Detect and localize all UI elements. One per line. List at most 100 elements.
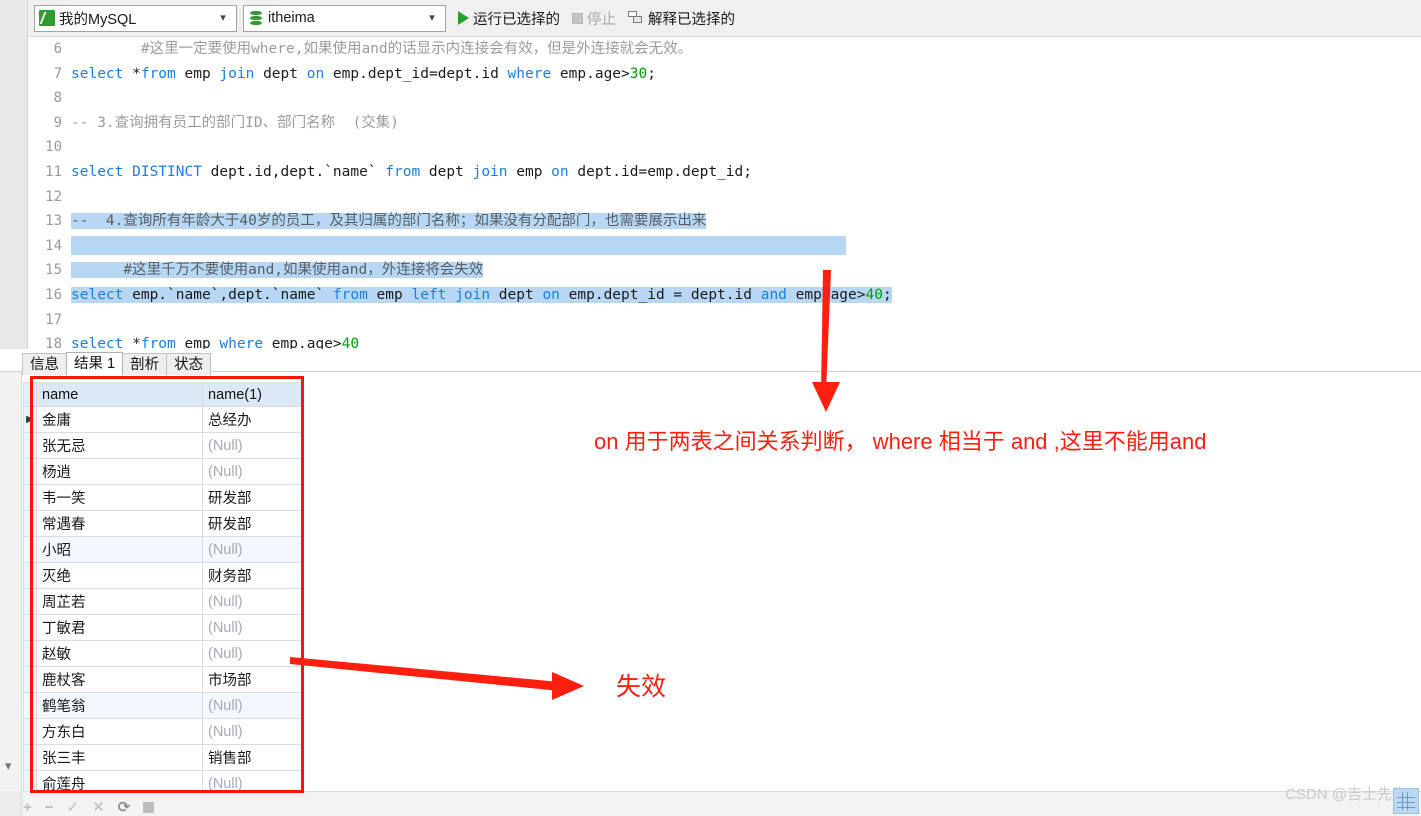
cell-name[interactable]: 常遇春 bbox=[37, 511, 203, 537]
line-content[interactable]: -- 3.查询拥有员工的部门ID、部门名称 (交集) bbox=[71, 111, 1421, 136]
grid-edit-toolbar[interactable]: +−✓ ✕ ⟳ bbox=[23, 798, 223, 816]
cell-name[interactable]: 丁敏君 bbox=[37, 615, 203, 641]
line-content[interactable]: select *from emp join dept on emp.dept_i… bbox=[71, 62, 1421, 87]
table-row[interactable]: 杨逍(Null) bbox=[24, 459, 303, 485]
line-content[interactable]: #这里一定要使用where,如果使用and的话显示内连接会有效，但是外连接就会无… bbox=[71, 37, 1421, 62]
remove-row-icon[interactable]: − bbox=[45, 800, 54, 815]
cell-name[interactable]: 张无忌 bbox=[37, 433, 203, 459]
line-content[interactable]: #这里千万不要使用and,如果使用and，外连接将会失效 bbox=[71, 258, 1421, 283]
code-line[interactable]: 16select emp.`name`,dept.`name` from emp… bbox=[29, 283, 1421, 308]
cell-dept-name[interactable]: (Null) bbox=[203, 589, 303, 615]
cell-name[interactable]: 灭绝 bbox=[37, 563, 203, 589]
code-line[interactable]: 12 bbox=[29, 185, 1421, 210]
code-token: join bbox=[473, 164, 508, 180]
column-header[interactable]: name bbox=[37, 383, 203, 407]
line-content[interactable]: select DISTINCT dept.id,dept.`name` from… bbox=[71, 160, 1421, 185]
table-row[interactable]: ▶金庸总经办 bbox=[24, 407, 303, 433]
sql-code-area[interactable]: 6 #这里一定要使用where,如果使用and的话显示内连接会有效，但是外连接就… bbox=[29, 37, 1421, 349]
line-content[interactable] bbox=[71, 234, 1421, 259]
table-row[interactable]: 方东白(Null) bbox=[24, 719, 303, 745]
cell-name[interactable]: 赵敏 bbox=[37, 641, 203, 667]
line-content[interactable]: select *from emp where emp.age>40 bbox=[71, 332, 1421, 349]
cell-dept-name[interactable]: 销售部 bbox=[203, 745, 303, 771]
cell-dept-name[interactable]: 研发部 bbox=[203, 485, 303, 511]
explain-selected-button[interactable]: 解释已选择的 bbox=[628, 8, 735, 29]
result-tab-0[interactable]: 信息 bbox=[22, 353, 67, 375]
column-header[interactable]: name(1) bbox=[203, 383, 303, 407]
cell-name[interactable]: 金庸 bbox=[37, 407, 203, 433]
result-grid[interactable]: namename(1) ▶金庸总经办张无忌(Null)杨逍(Null)韦一笑研发… bbox=[23, 382, 303, 797]
line-content[interactable] bbox=[71, 185, 1421, 210]
bottom-left-gutter bbox=[0, 791, 22, 816]
connection-selector[interactable]: 我的MySQL ▾ bbox=[34, 5, 237, 32]
code-line[interactable]: 17 bbox=[29, 308, 1421, 333]
cell-dept-name[interactable]: (Null) bbox=[203, 615, 303, 641]
line-number: 14 bbox=[29, 234, 71, 259]
result-tab-2[interactable]: 剖析 bbox=[122, 353, 167, 375]
code-line[interactable]: 9-- 3.查询拥有员工的部门ID、部门名称 (交集) bbox=[29, 111, 1421, 136]
sql-editor[interactable]: 6 #这里一定要使用where,如果使用and的话显示内连接会有效，但是外连接就… bbox=[0, 37, 1421, 349]
result-tab-3[interactable]: 状态 bbox=[166, 353, 211, 375]
cell-name[interactable]: 张三丰 bbox=[37, 745, 203, 771]
grid-left-scroll-gutter[interactable]: ▾ bbox=[0, 372, 22, 792]
database-selector[interactable]: itheima ▾ bbox=[243, 5, 446, 32]
cell-dept-name[interactable]: 财务部 bbox=[203, 563, 303, 589]
stop-icon[interactable] bbox=[143, 802, 154, 813]
code-line[interactable]: 14 bbox=[29, 234, 1421, 259]
code-line[interactable]: 8 bbox=[29, 86, 1421, 111]
cancel-icon[interactable]: ✕ bbox=[92, 800, 105, 815]
table-row[interactable]: 常遇春研发部 bbox=[24, 511, 303, 537]
cell-name[interactable]: 方东白 bbox=[37, 719, 203, 745]
code-line[interactable]: 15 #这里千万不要使用and,如果使用and，外连接将会失效 bbox=[29, 258, 1421, 283]
cell-dept-name[interactable]: (Null) bbox=[203, 433, 303, 459]
cell-name[interactable]: 韦一笑 bbox=[37, 485, 203, 511]
chevron-down-icon[interactable]: ▾ bbox=[423, 13, 441, 24]
cell-name[interactable]: 鹤笔翁 bbox=[37, 693, 203, 719]
table-row[interactable]: 鹤笔翁(Null) bbox=[24, 693, 303, 719]
table-row[interactable]: 周芷若(Null) bbox=[24, 589, 303, 615]
code-token: from bbox=[141, 66, 176, 82]
chevron-down-icon[interactable]: ▾ bbox=[214, 13, 232, 24]
result-tab-1[interactable]: 结果 1 bbox=[66, 352, 123, 375]
apply-icon[interactable]: ✓ bbox=[67, 800, 80, 815]
cell-dept-name[interactable]: (Null) bbox=[203, 459, 303, 485]
table-row[interactable]: 赵敏(Null) bbox=[24, 641, 303, 667]
add-row-icon[interactable]: + bbox=[23, 800, 32, 815]
table-row[interactable]: 丁敏君(Null) bbox=[24, 615, 303, 641]
cell-dept-name[interactable]: (Null) bbox=[203, 641, 303, 667]
table-row[interactable]: 鹿杖客市场部 bbox=[24, 667, 303, 693]
cell-dept-name[interactable]: (Null) bbox=[203, 719, 303, 745]
table-row[interactable]: 韦一笑研发部 bbox=[24, 485, 303, 511]
line-content[interactable]: select emp.`name`,dept.`name` from emp l… bbox=[71, 283, 1421, 308]
cell-dept-name[interactable]: 市场部 bbox=[203, 667, 303, 693]
code-line[interactable]: 13-- 4.查询所有年龄大于40岁的员工，及其归属的部门名称；如果没有分配部门… bbox=[29, 209, 1421, 234]
stop-button[interactable]: 停止 bbox=[572, 8, 616, 29]
line-content[interactable]: -- 4.查询所有年龄大于40岁的员工，及其归属的部门名称；如果没有分配部门，也… bbox=[71, 209, 1421, 234]
cell-name[interactable]: 杨逍 bbox=[37, 459, 203, 485]
table-row[interactable]: 灭绝财务部 bbox=[24, 563, 303, 589]
cell-name[interactable]: 小昭 bbox=[37, 537, 203, 563]
table-row[interactable]: 张无忌(Null) bbox=[24, 433, 303, 459]
cell-dept-name[interactable]: 研发部 bbox=[203, 511, 303, 537]
code-line[interactable]: 7select *from emp join dept on emp.dept_… bbox=[29, 62, 1421, 87]
line-content[interactable] bbox=[71, 135, 1421, 160]
refresh-icon[interactable]: ⟳ bbox=[118, 800, 131, 815]
cell-dept-name[interactable]: (Null) bbox=[203, 693, 303, 719]
code-line[interactable]: 18select *from emp where emp.age>40 bbox=[29, 332, 1421, 349]
code-line[interactable]: 10 bbox=[29, 135, 1421, 160]
cell-dept-name[interactable]: 总经办 bbox=[203, 407, 303, 433]
code-line[interactable]: 11select DISTINCT dept.id,dept.`name` fr… bbox=[29, 160, 1421, 185]
table-row[interactable]: 小昭(Null) bbox=[24, 537, 303, 563]
cell-name[interactable]: 周芷若 bbox=[37, 589, 203, 615]
table-row[interactable]: 张三丰销售部 bbox=[24, 745, 303, 771]
chevron-down-icon[interactable]: ▾ bbox=[5, 758, 12, 774]
explain-selected-label: 解释已选择的 bbox=[648, 8, 735, 29]
cell-name[interactable]: 鹿杖客 bbox=[37, 667, 203, 693]
code-line[interactable]: 6 #这里一定要使用where,如果使用and的话显示内连接会有效，但是外连接就… bbox=[29, 37, 1421, 62]
result-tab-bar[interactable]: 信息结果 1剖析状态 bbox=[22, 352, 210, 375]
line-content[interactable] bbox=[71, 86, 1421, 111]
cell-dept-name[interactable]: (Null) bbox=[203, 537, 303, 563]
run-selected-button[interactable]: 运行已选择的 bbox=[458, 8, 560, 29]
stop-icon bbox=[572, 13, 583, 24]
line-content[interactable] bbox=[71, 308, 1421, 333]
